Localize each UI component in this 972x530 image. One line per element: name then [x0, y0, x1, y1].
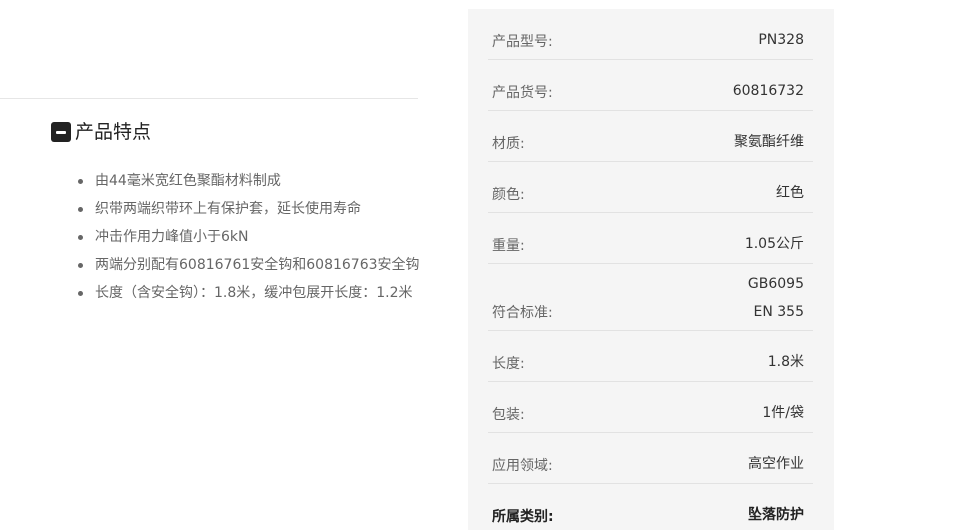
- spec-label: 符合标准:: [492, 305, 553, 321]
- spec-value: 60816732: [732, 83, 804, 99]
- bullet-icon: [78, 207, 83, 212]
- spec-label: 材质:: [492, 136, 525, 152]
- bullet-icon: [78, 263, 83, 268]
- features-title: 产品特点: [75, 121, 152, 143]
- spec-value: 坠落防护: [748, 507, 804, 523]
- spec-row-standard: 符合标准: GB6095 EN 355: [488, 264, 813, 331]
- spec-row-application: 应用领域: 高空作业: [488, 433, 813, 484]
- feature-item: 由44毫米宽红色聚酯材料制成: [78, 167, 420, 195]
- spec-row-color: 颜色: 红色: [488, 162, 813, 213]
- spec-value: 高空作业: [748, 456, 804, 472]
- bullet-icon: [78, 291, 83, 296]
- spec-row-packaging: 包装: 1件/袋: [488, 382, 813, 433]
- spec-label: 产品货号:: [492, 85, 553, 101]
- product-detail-page: 产品特点 由44毫米宽红色聚酯材料制成 织带两端织带环上有保护套，延长使用寿命 …: [0, 0, 972, 530]
- spec-row-item-number: 产品货号: 60816732: [488, 60, 813, 111]
- spec-row-material: 材质: 聚氨酯纤维: [488, 111, 813, 162]
- spec-value: 红色: [776, 185, 804, 201]
- bullet-icon: [78, 235, 83, 240]
- spec-label: 颜色:: [492, 187, 525, 203]
- spec-label: 重量:: [492, 238, 525, 254]
- features-section-header[interactable]: 产品特点: [51, 119, 151, 145]
- spec-row-model: 产品型号: PN328: [488, 9, 813, 60]
- feature-item: 织带两端织带环上有保护套，延长使用寿命: [78, 195, 420, 223]
- spec-value: 1件/袋: [762, 405, 804, 421]
- feature-item: 冲击作用力峰值小于6kN: [78, 223, 420, 251]
- spec-value: 1.8米: [767, 354, 804, 370]
- spec-label: 所属类别:: [492, 509, 554, 525]
- spec-value: PN328: [758, 32, 804, 48]
- spec-label: 应用领域:: [492, 458, 553, 474]
- spec-label: 产品型号:: [492, 34, 553, 50]
- spec-table: 产品型号: PN328 产品货号: 60816732 材质: 聚氨酯纤维 颜色:…: [468, 9, 834, 530]
- collapse-minus-icon[interactable]: [51, 122, 71, 142]
- feature-item: 长度（含安全钩）：1.8米，缓冲包展开长度：1.2米: [78, 279, 420, 307]
- spec-value: 1.05公斤: [744, 236, 804, 252]
- bullet-icon: [78, 179, 83, 184]
- spec-label: 长度:: [492, 356, 525, 372]
- feature-item: 两端分别配有60816761安全钩和60816763安全钩: [78, 251, 420, 279]
- spec-label: 包装:: [492, 407, 525, 423]
- spec-value: 聚氨酯纤维: [734, 134, 804, 150]
- spec-value: GB6095 EN 355: [747, 276, 804, 320]
- spec-row-weight: 重量: 1.05公斤: [488, 213, 813, 264]
- spec-row-category: 所属类别: 坠落防护: [488, 484, 813, 530]
- spec-row-length: 长度: 1.8米: [488, 331, 813, 382]
- section-divider: [0, 98, 418, 99]
- features-list: 由44毫米宽红色聚酯材料制成 织带两端织带环上有保护套，延长使用寿命 冲击作用力…: [78, 167, 420, 307]
